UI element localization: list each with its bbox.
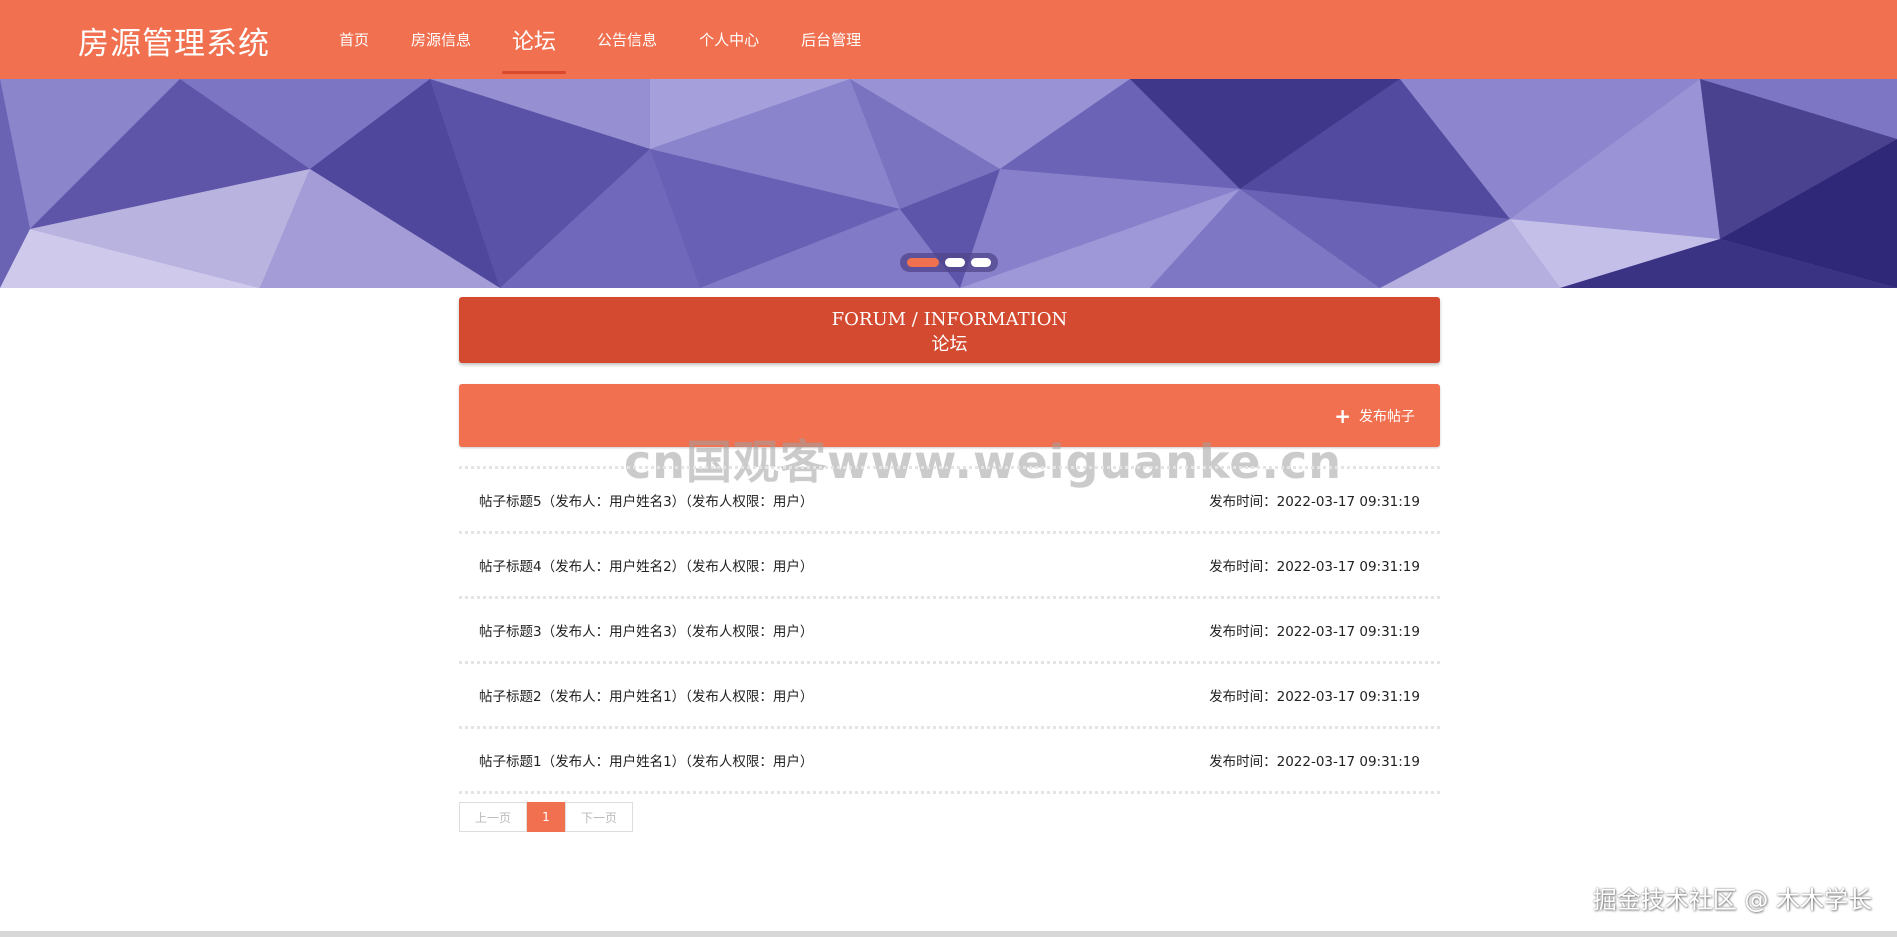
bottom-border [0,931,1897,937]
nav-announcements[interactable]: 公告信息 [576,0,678,79]
publish-post-label: 发布帖子 [1359,409,1415,425]
carousel-indicators [900,253,998,272]
post-title[interactable]: 帖子标题2（发布人：用户姓名1）（发布人权限：用户） [479,685,813,705]
site-logo[interactable]: 房源管理系统 [78,18,270,63]
nav-admin[interactable]: 后台管理 [780,0,882,79]
plus-icon: + [1334,404,1351,428]
page-1-button[interactable]: 1 [527,802,565,832]
nav-home[interactable]: 首页 [318,0,390,79]
post-time: 发布时间：2022-03-17 09:31:19 [1209,494,1420,510]
carousel-dot-3[interactable] [971,258,991,267]
action-bar: + 发布帖子 [459,384,1440,447]
post-time: 发布时间：2022-03-17 09:31:19 [1209,624,1420,640]
post-row[interactable]: 帖子标题2（发布人：用户姓名1）（发布人权限：用户） 发布时间：2022-03-… [459,664,1440,726]
main-nav: 首页 房源信息 论坛 公告信息 个人中心 后台管理 [318,0,882,79]
nav-listings[interactable]: 房源信息 [390,0,492,79]
post-row[interactable]: 帖子标题1（发布人：用户姓名1）（发布人权限：用户） 发布时间：2022-03-… [459,729,1440,791]
post-row[interactable]: 帖子标题3（发布人：用户姓名3）（发布人权限：用户） 发布时间：2022-03-… [459,599,1440,661]
post-row[interactable]: 帖子标题4（发布人：用户姓名2）（发布人权限：用户） 发布时间：2022-03-… [459,534,1440,596]
section-title-en: FORUM / INFORMATION [831,309,1068,330]
nav-profile[interactable]: 个人中心 [678,0,780,79]
post-title[interactable]: 帖子标题5（发布人：用户姓名3）（发布人权限：用户） [479,490,813,510]
publish-post-button[interactable]: + 发布帖子 [1334,406,1415,426]
divider [459,791,1440,794]
next-page-button[interactable]: 下一页 [565,802,633,832]
post-time: 发布时间：2022-03-17 09:31:19 [1209,754,1420,770]
post-title[interactable]: 帖子标题3（发布人：用户姓名3）（发布人权限：用户） [479,620,813,640]
footer-watermark: 掘金技术社区 @ 木木学长 [1592,886,1872,914]
section-title-cn: 论坛 [931,334,968,355]
post-list: 帖子标题5（发布人：用户姓名3）（发布人权限：用户） 发布时间：2022-03-… [459,466,1440,794]
prev-page-button[interactable]: 上一页 [459,802,527,832]
post-title[interactable]: 帖子标题1（发布人：用户姓名1）（发布人权限：用户） [479,750,813,770]
post-title[interactable]: 帖子标题4（发布人：用户姓名2）（发布人权限：用户） [479,555,813,575]
post-row[interactable]: 帖子标题5（发布人：用户姓名3）（发布人权限：用户） 发布时间：2022-03-… [459,469,1440,531]
nav-forum[interactable]: 论坛 [502,0,567,79]
section-title: FORUM / INFORMATION 论坛 [459,297,1440,363]
carousel-dot-2[interactable] [945,258,965,267]
pagination: 上一页 1 下一页 [459,802,633,832]
post-time: 发布时间：2022-03-17 09:31:19 [1209,559,1420,575]
carousel-dot-1[interactable] [907,258,939,267]
top-navbar: 房源管理系统 首页 房源信息 论坛 公告信息 个人中心 后台管理 [0,0,1897,79]
post-time: 发布时间：2022-03-17 09:31:19 [1209,689,1420,705]
